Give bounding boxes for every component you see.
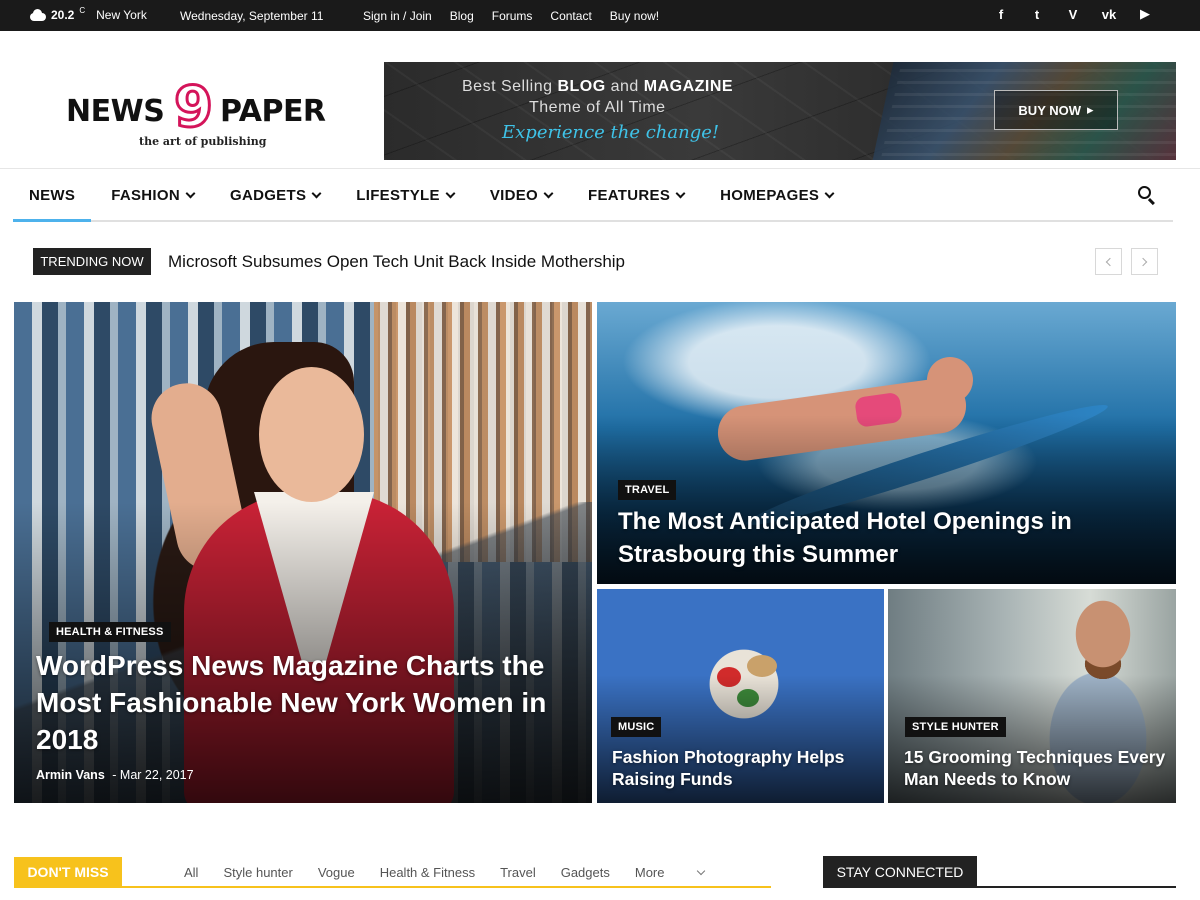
blog-link[interactable]: Blog — [450, 9, 474, 23]
article-meta: Armin Vans - Mar 22, 2017 — [36, 768, 194, 782]
chevron-left-icon — [1105, 257, 1115, 266]
logo-word-news: NEWS — [66, 94, 165, 129]
main-nav: NEWS FASHION GADGETS LIFESTYLE VIDEO FEA… — [13, 170, 1173, 222]
cloud-icon — [28, 9, 46, 21]
search-icon[interactable] — [1137, 185, 1159, 207]
trending-headline[interactable]: Microsoft Subsumes Open Tech Unit Back I… — [168, 252, 625, 272]
featured-style-card[interactable]: STYLE HUNTER 15 Grooming Techniques Ever… — [888, 589, 1176, 803]
nav-item-gadgets[interactable]: GADGETS — [214, 170, 336, 220]
logo-nine: 9 — [173, 75, 215, 140]
category-badge[interactable]: HEALTH & FITNESS — [49, 622, 171, 642]
nav-item-video[interactable]: VIDEO — [474, 170, 568, 220]
weather-widget: 20.2 C New York — [28, 6, 147, 22]
chevron-right-icon — [1138, 257, 1148, 266]
chevron-down-icon — [543, 188, 554, 198]
category-badge[interactable]: MUSIC — [611, 717, 662, 737]
youtube-icon[interactable]: ▶ — [1136, 6, 1154, 22]
top-links: Sign in / Join Blog Forums Contact Buy n… — [363, 9, 659, 23]
tab-all[interactable]: All — [184, 865, 198, 880]
article-title[interactable]: The Most Anticipated Hotel Openings in S… — [618, 505, 1158, 571]
chevron-down-icon — [696, 866, 705, 875]
banner-line-2: Theme of All Time — [529, 99, 666, 116]
temperature: 20.2 — [51, 8, 75, 22]
current-date: Wednesday, September 11 — [180, 9, 324, 23]
category-badge[interactable]: STYLE HUNTER — [905, 717, 1006, 737]
dont-miss-label: DON'T MISS — [14, 857, 122, 887]
featured-main-card[interactable]: HEALTH & FITNESS WordPress News Magazine… — [14, 302, 592, 803]
banner-buy-now-button[interactable]: BUY NOW ▸ — [994, 90, 1118, 130]
logo-tagline: the art of publishing — [139, 135, 267, 148]
social-icons: f t V vk ▶ — [992, 6, 1154, 22]
tab-gadgets[interactable]: Gadgets — [561, 865, 610, 880]
logo-word-paper: PAPER — [220, 94, 326, 129]
top-bar: 20.2 C New York Wednesday, September 11 … — [0, 0, 1200, 31]
tab-vogue[interactable]: Vogue — [318, 865, 355, 880]
chevron-down-icon — [445, 188, 456, 198]
nav-item-fashion[interactable]: FASHION — [95, 170, 210, 220]
nav-item-features[interactable]: FEATURES — [572, 170, 700, 220]
trending-now-label: TRENDING NOW — [33, 248, 151, 275]
forums-link[interactable]: Forums — [492, 9, 533, 23]
twitter-icon[interactable]: t — [1028, 7, 1046, 22]
nav-top-divider — [0, 168, 1200, 169]
facebook-icon[interactable]: f — [992, 7, 1010, 22]
tab-more[interactable]: More — [635, 865, 705, 880]
tab-health-fitness[interactable]: Health & Fitness — [380, 865, 475, 880]
stay-connected-underline — [823, 886, 1176, 888]
nav-item-news[interactable]: NEWS — [13, 170, 92, 222]
article-title[interactable]: WordPress News Magazine Charts the Most … — [36, 647, 556, 758]
site-logo[interactable]: NEWS 9 PAPER the art of publishing — [66, 75, 336, 152]
banner-buy-now-label: BUY NOW — [1018, 102, 1082, 118]
trending-next-button[interactable] — [1131, 248, 1158, 275]
vimeo-icon[interactable]: V — [1064, 7, 1082, 22]
vk-icon[interactable]: vk — [1100, 7, 1118, 22]
article-date: Mar 22, 2017 — [119, 768, 194, 782]
sign-in-link[interactable]: Sign in / Join — [363, 9, 432, 23]
trending-prev-button[interactable] — [1095, 248, 1122, 275]
tab-style-hunter[interactable]: Style hunter — [223, 865, 292, 880]
arrow-right-icon: ▸ — [1087, 102, 1094, 117]
contact-link[interactable]: Contact — [550, 9, 591, 23]
article-author[interactable]: Armin Vans — [36, 768, 105, 782]
nav-item-lifestyle[interactable]: LIFESTYLE — [340, 170, 470, 220]
tab-travel[interactable]: Travel — [500, 865, 536, 880]
dont-miss-tabs: All Style hunter Vogue Health & Fitness … — [184, 865, 729, 880]
banner-line-1: Best Selling BLOG and MAGAZINE — [462, 78, 734, 95]
banner-line-3: Experience the change! — [502, 122, 720, 143]
chevron-down-icon — [824, 188, 835, 198]
chevron-down-icon — [185, 188, 196, 198]
category-badge[interactable]: TRAVEL — [618, 480, 677, 500]
meta-separator: - — [112, 768, 117, 782]
temperature-unit[interactable]: C — [79, 6, 85, 15]
weather-city: New York — [96, 8, 147, 22]
nav-item-homepages[interactable]: HOMEPAGES — [704, 170, 849, 220]
buy-now-link[interactable]: Buy now! — [610, 9, 659, 23]
chevron-down-icon — [311, 188, 322, 198]
featured-travel-card[interactable]: TRAVEL The Most Anticipated Hotel Openin… — [597, 302, 1176, 584]
featured-music-card[interactable]: MUSIC Fashion Photography Helps Raising … — [597, 589, 884, 803]
stay-connected-label: STAY CONNECTED — [823, 856, 977, 887]
dont-miss-underline — [14, 886, 771, 888]
chevron-down-icon — [675, 188, 686, 198]
header-banner-ad[interactable]: Best Selling BLOG and MAGAZINE Theme of … — [384, 62, 1176, 160]
article-title[interactable]: Fashion Photography Helps Raising Funds — [612, 746, 872, 790]
article-title[interactable]: 15 Grooming Techniques Every Man Needs t… — [904, 746, 1169, 790]
